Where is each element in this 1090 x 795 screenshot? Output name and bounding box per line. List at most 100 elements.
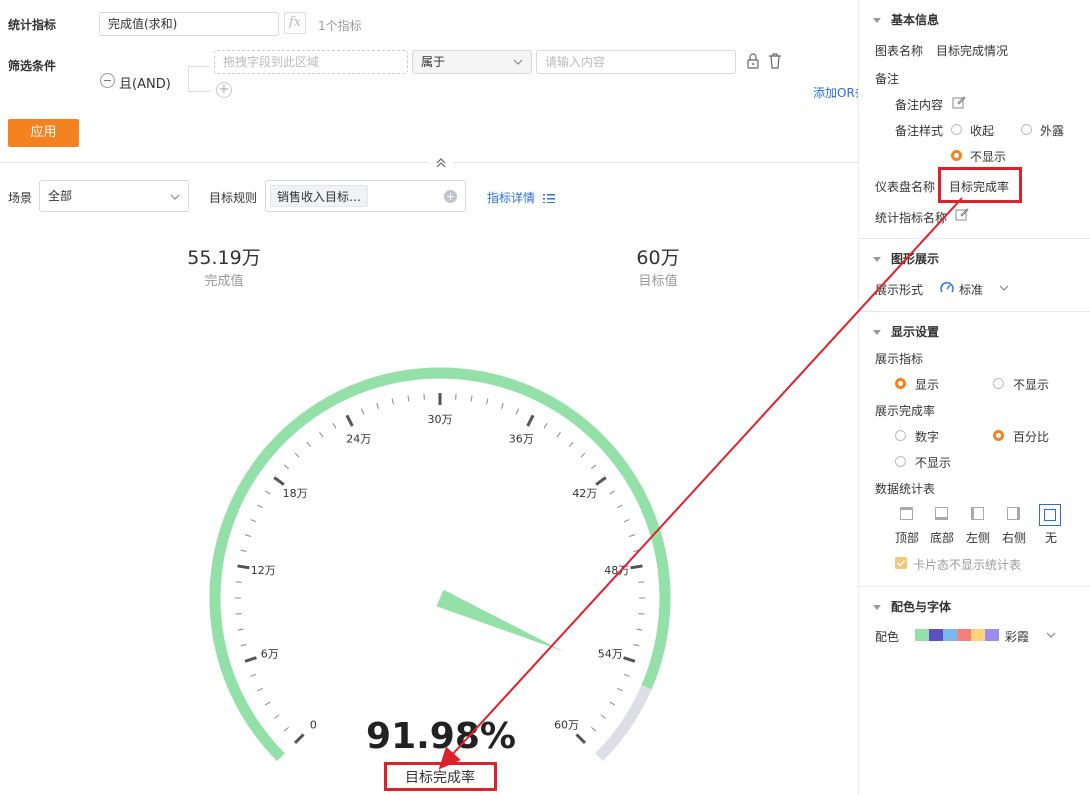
gauge-tick-label: 12万 (251, 564, 276, 577)
show-metric-label: 展示指标 (875, 352, 924, 366)
collapse-triangle-icon (873, 605, 881, 610)
gauge-major-tick (623, 656, 636, 663)
table-none-selected-frame (1039, 504, 1061, 526)
remark-opt-expose: 外露 (1040, 124, 1065, 138)
gauge-minor-tick (617, 687, 623, 692)
edit-icon[interactable] (952, 95, 966, 109)
radio-rate-hide[interactable] (895, 456, 906, 467)
gauge-major-tick (575, 733, 587, 745)
gauge-major-tick (293, 733, 305, 745)
chart-name-value[interactable]: 目标完成情况 (936, 42, 1008, 59)
remark-opt-collapse: 收起 (970, 124, 995, 138)
gauge-minor-tick (294, 452, 300, 458)
gauge-major-tick (595, 476, 607, 486)
collapse-triangle-icon (873, 330, 881, 335)
gauge-minor-tick (257, 687, 263, 692)
stat-right-label: 右侧 (1002, 531, 1027, 545)
palette-swatch (943, 629, 957, 641)
gauge-minor-tick (590, 726, 597, 732)
gauge-minor-tick (240, 643, 247, 647)
show-rate-percent: 百分比 (1013, 430, 1050, 444)
gauge-minor-tick (264, 490, 271, 495)
stat-top-label: 顶部 (895, 531, 920, 545)
gauge-minor-tick (501, 402, 504, 409)
stat-bottom-label: 底部 (930, 531, 955, 545)
gauge-minor-tick (319, 431, 324, 438)
palette-swatch (971, 629, 985, 641)
gauge-minor-tick (283, 464, 290, 470)
section-title: 显示设置 (891, 325, 940, 339)
radio-remark-collapse[interactable] (951, 124, 962, 135)
table-bottom-icon (935, 507, 948, 520)
main-area: 统计指标 完成值(求和) fx 1个指标 筛选条件 且(AND) + 拖拽字段到… (0, 0, 858, 795)
gauge-minor-tick (332, 422, 337, 429)
stat-none-label: 无 (1045, 531, 1058, 545)
gauge-minor-tick (590, 464, 597, 470)
gauge-minor-tick (629, 534, 636, 537)
gauge-minor-tick (633, 643, 640, 647)
gauge-minor-tick (556, 431, 561, 438)
radio-rate-number[interactable] (895, 430, 906, 441)
gauge-minor-tick (391, 398, 395, 405)
gauge-major-tick (345, 414, 354, 427)
section-graph[interactable]: 图形展示 (873, 250, 939, 267)
gauge-minor-tick (470, 395, 473, 402)
palette-select[interactable]: 彩霞 (915, 622, 1065, 648)
section-title: 图形展示 (891, 252, 940, 266)
palette-swatch (915, 629, 929, 641)
display-form-value: 标准 (959, 283, 984, 297)
show-rate-number: 数字 (915, 430, 940, 444)
gauge-major-tick (237, 564, 250, 570)
section-basic-info[interactable]: 基本信息 (873, 11, 939, 28)
edit-icon[interactable] (955, 207, 969, 221)
gauge-minor-tick (250, 673, 257, 677)
gauge-major-tick (273, 476, 285, 486)
remark-label: 备注 (875, 72, 900, 86)
show-metric-on: 显示 (915, 378, 940, 392)
gauge-tick-label: 54万 (598, 647, 623, 660)
gauge-minor-tick (580, 452, 586, 458)
radio-remark-expose[interactable] (1021, 124, 1032, 135)
radio-show-metric-on[interactable] (895, 378, 906, 389)
show-rate-label: 展示完成率 (875, 404, 936, 418)
display-form-select[interactable]: 标准 (939, 279, 1019, 297)
gauge-minor-tick (515, 408, 519, 415)
table-left-icon (971, 507, 984, 520)
section-display-settings[interactable]: 显示设置 (873, 323, 939, 340)
remark-content-label: 备注内容 (895, 98, 944, 112)
gauge-minor-tick (306, 441, 312, 448)
radio-rate-percent[interactable] (993, 430, 1004, 441)
stat-left-label: 左侧 (966, 531, 991, 545)
collapse-triangle-icon (873, 18, 881, 23)
checkbox-card-no-table[interactable] (895, 557, 907, 569)
palette-swatch (957, 629, 971, 641)
gauge-tick-label: 18万 (283, 487, 308, 500)
gauge-minor-tick (244, 534, 251, 537)
table-right-icon (1007, 507, 1020, 520)
gauge-minor-tick (600, 714, 607, 719)
gauge-minor-tick (240, 549, 247, 553)
gauge-major-tick (630, 564, 643, 570)
settings-panel: 基本信息 图表名称 目标完成情况 备注 备注内容 备注样式 收起 外露 不显示 … (858, 0, 1090, 795)
gauge-progress (209, 367, 671, 761)
chevron-down-icon (999, 285, 1009, 291)
gauge-major-tick (244, 656, 257, 663)
stat-table-label: 数据统计表 (875, 482, 936, 496)
metric-name-label: 统计指标名称 (875, 211, 948, 225)
gauge-minor-tick (264, 701, 271, 706)
gauge-minor-tick (633, 549, 640, 553)
palette-swatch (929, 629, 943, 641)
gauge-minor-tick (617, 504, 623, 509)
gauge-minor-tick (609, 490, 616, 495)
section-color-font[interactable]: 配色与字体 (873, 598, 951, 615)
gauge-minor-tick (485, 398, 489, 405)
remark-style-label: 备注样式 (895, 124, 944, 138)
card-no-table-label: 卡片态不显示统计表 (913, 558, 1022, 572)
panel-divider (859, 586, 1090, 587)
gauge-tick-label: 24万 (346, 433, 371, 446)
radio-remark-hide[interactable] (951, 150, 962, 161)
highlight-box-gauge-name (384, 762, 497, 791)
gauge-minor-tick (636, 628, 643, 631)
gauge-minor-tick (283, 726, 290, 732)
radio-show-metric-off[interactable] (993, 378, 1004, 389)
